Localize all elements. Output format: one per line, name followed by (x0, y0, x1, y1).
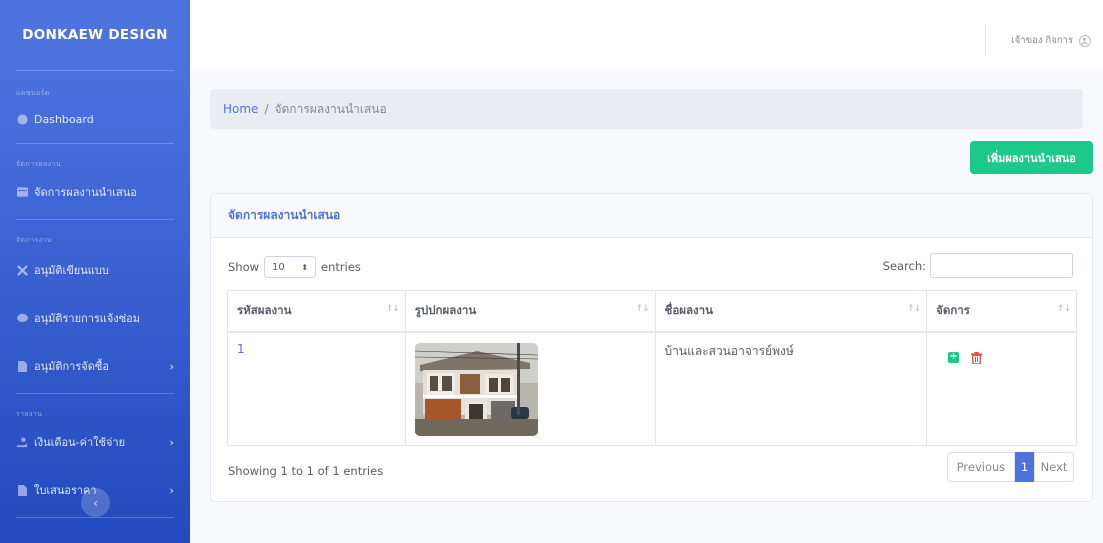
sidebar-divider (16, 143, 174, 144)
pagination-previous[interactable]: Previous (947, 452, 1015, 482)
topbar: เจ้าของ กิจการ (190, 0, 1103, 70)
sidebar-item-approve-drawing[interactable]: อนุมัติเขียนแบบ (0, 261, 190, 279)
sidebar-item-label: Dashboard (34, 113, 94, 126)
sidebar-item-manage-works[interactable]: จัดการผลงานนำเสนอ (0, 183, 190, 201)
sidebar-item-dashboard[interactable]: Dashboard (0, 113, 190, 126)
main-content: Home / จัดการผลงานนำเสนอ เพิ่มผลงานนำเสน… (190, 70, 1103, 543)
sidebar-divider (16, 393, 174, 394)
breadcrumb-home-link[interactable]: Home (223, 102, 258, 116)
pagination-next[interactable]: Next (1034, 452, 1074, 482)
breadcrumb-separator: / (264, 102, 269, 116)
sort-icon: ↑↓ (385, 304, 400, 314)
entries-select-value: 10 (272, 261, 285, 273)
sidebar-divider (16, 517, 174, 518)
sidebar-item-label: อนุมัติการจัดซื้อ (34, 360, 109, 373)
card-title: จัดการผลงานนำเสนอ (211, 194, 1092, 238)
pagination-page-1[interactable]: 1 (1015, 452, 1034, 482)
column-header-label: รหัสผลงาน (237, 302, 292, 317)
chevron-left-icon: ‹ (93, 495, 98, 510)
works-table: รหัสผลงาน ↑↓ รูปปกผลงาน ↑↓ ชื่อผลงาน ↑↓ … (227, 290, 1077, 446)
column-header-name[interactable]: ชื่อผลงาน ↑↓ (654, 290, 928, 333)
table-header-row: รหัสผลงาน ↑↓ รูปปกผลงาน ↑↓ ชื่อผลงาน ↑↓ … (227, 290, 1077, 333)
palette-icon (16, 114, 29, 125)
sidebar-item-approve-repair[interactable]: อนุมัติรายการแจ้งซ่อม (0, 309, 190, 327)
column-header-label: ชื่อผลงาน (664, 302, 713, 317)
topbar-divider (985, 24, 986, 56)
sort-icon: ↑↓ (635, 304, 649, 314)
sidebar-item-label: จัดการผลงานนำเสนอ (34, 186, 137, 199)
cell-cover (404, 331, 656, 446)
sidebar-heading-jobs: จัดการงาน (16, 236, 52, 244)
hand-money-icon (16, 436, 29, 448)
search-label: Search: (882, 258, 926, 273)
sidebar-divider (16, 70, 174, 71)
user-menu[interactable]: เจ้าของ กิจการ (1011, 33, 1091, 48)
comment-icon (16, 313, 29, 324)
column-header-label: จัดการ (936, 302, 970, 317)
sidebar-divider (16, 219, 174, 220)
table-info: Showing 1 to 1 of 1 entries (228, 464, 384, 478)
sidebar-item-label: อนุมัติรายการแจ้งซ่อม (34, 312, 141, 325)
works-card: จัดการผลงานนำเสนอ Show 10 ⬍ entries Sear… (210, 193, 1093, 502)
tools-icon (16, 264, 29, 276)
show-label: Show (228, 260, 260, 274)
chevron-right-icon: › (169, 435, 174, 449)
table-search: Search: (883, 253, 1073, 278)
cell-id: 1 (227, 331, 406, 446)
column-header-cover[interactable]: รูปปกผลงาน ↑↓ (404, 290, 656, 333)
search-input[interactable] (930, 253, 1073, 278)
sidebar: DONKAEW DESIGN แดชบอร์ด Dashboard จัดการ… (0, 0, 190, 543)
breadcrumb-current: จัดการผลงานนำเสนอ (274, 101, 387, 116)
table-row: 1 บ้านและสวนอาจารย์พงษ์ + (227, 331, 1077, 446)
pagination: Previous 1 Next (947, 452, 1074, 482)
column-header-id[interactable]: รหัสผลงาน ↑↓ (227, 290, 406, 333)
file-icon (16, 360, 29, 372)
entries-label: entries (321, 260, 361, 274)
sidebar-item-label: อนุมัติเขียนแบบ (34, 264, 109, 277)
file-icon (16, 484, 29, 496)
column-header-actions[interactable]: จัดการ ↑↓ (926, 290, 1077, 333)
plus-square-icon[interactable]: + (948, 351, 960, 363)
sidebar-item-approve-purchase[interactable]: อนุมัติการจัดซื้อ › (0, 357, 190, 375)
cell-actions: + (926, 331, 1077, 446)
sidebar-heading-reports: รายงาน (16, 410, 43, 418)
sidebar-item-label: เงินเดือน-ค่าใช้จ่าย (34, 436, 126, 449)
sidebar-item-salary-expense[interactable]: เงินเดือน-ค่าใช้จ่าย › (0, 433, 190, 451)
entries-select[interactable]: 10 ⬍ (264, 256, 317, 278)
sidebar-toggle-button[interactable]: ‹ (81, 488, 110, 517)
breadcrumb: Home / จัดการผลงานนำเสนอ (210, 89, 1083, 129)
column-header-label: รูปปกผลงาน (414, 302, 477, 317)
sort-icon: ↑↓ (1056, 304, 1071, 314)
brand-logo[interactable]: DONKAEW DESIGN (0, 0, 190, 70)
entries-length-control: Show 10 ⬍ entries (228, 256, 361, 278)
sidebar-heading-dashboard: แดชบอร์ด (16, 89, 50, 97)
user-name: เจ้าของ กิจการ (1011, 35, 1073, 46)
select-arrows-icon: ⬍ (301, 262, 309, 272)
sidebar-heading-works: จัดการผลงาน (16, 160, 62, 168)
chevron-right-icon: › (169, 483, 174, 497)
cell-name: บ้านและสวนอาจารย์พงษ์ (654, 331, 928, 446)
cover-image[interactable] (414, 342, 538, 436)
trash-icon[interactable] (971, 351, 983, 365)
add-work-button[interactable]: เพิ่มผลงานนำเสนอ (970, 141, 1093, 174)
chevron-right-icon: › (169, 359, 174, 373)
user-avatar-icon (1079, 34, 1091, 47)
table-icon (16, 187, 29, 198)
sort-icon: ↑↓ (907, 304, 921, 314)
